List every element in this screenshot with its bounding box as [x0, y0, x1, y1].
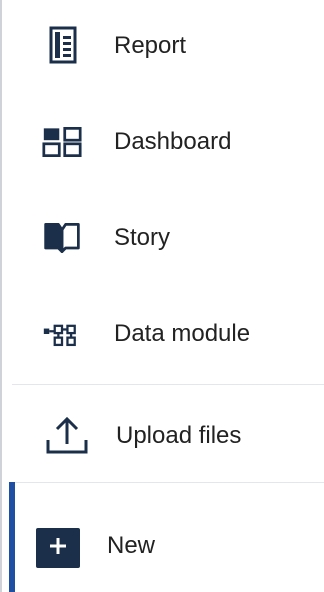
new-label[interactable]: New	[107, 532, 155, 560]
dashboard-icon	[42, 122, 82, 162]
menu-item-upload-files[interactable]: Upload files	[0, 396, 324, 476]
menu-item-label: Report	[114, 32, 187, 59]
menu-divider	[12, 482, 324, 483]
create-menu-panel: Report Dashboard Story Data module Uploa…	[0, 0, 324, 592]
data-module-icon	[42, 314, 82, 354]
menu-item-label: Data module	[114, 320, 251, 347]
menu-item-label: Dashboard	[114, 128, 232, 155]
new-button[interactable]	[36, 528, 80, 568]
menu-item-story[interactable]: Story	[0, 198, 324, 278]
plus-icon	[48, 536, 68, 561]
menu-item-report[interactable]: Report	[0, 6, 324, 86]
menu-item-dashboard[interactable]: Dashboard	[0, 102, 324, 182]
upload-icon	[44, 416, 90, 456]
menu-item-label: Upload files	[116, 422, 242, 449]
report-icon	[42, 26, 82, 66]
new-accent-bar	[9, 482, 15, 592]
story-book-icon	[42, 218, 82, 258]
menu-divider	[12, 384, 324, 385]
menu-item-label: Story	[114, 224, 171, 251]
menu-item-data-module[interactable]: Data module	[0, 294, 324, 374]
